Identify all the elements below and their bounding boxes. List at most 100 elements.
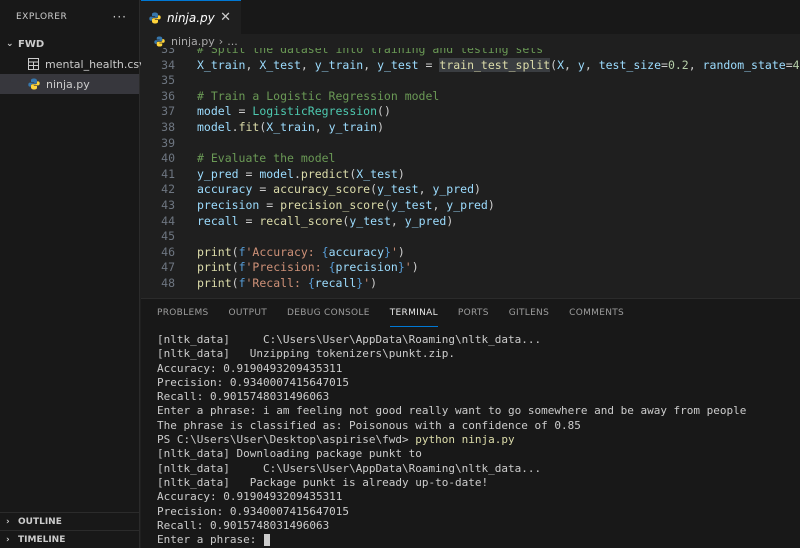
code-token: = <box>259 197 281 212</box>
code-line[interactable]: 40 # Evaluate the model <box>141 151 800 167</box>
code-token: = <box>785 57 793 72</box>
code-line[interactable]: 44 recall = recall_score(y_test, y_pred) <box>141 214 800 230</box>
timeline-section[interactable]: › TIMELINE <box>0 530 140 548</box>
code-token: , <box>245 57 260 72</box>
folder-label: FWD <box>18 38 45 50</box>
terminal-text: [nltk_data] Package punkt is already up-… <box>157 475 489 489</box>
code-token: random_state <box>702 57 786 72</box>
code-line[interactable]: 39 <box>141 136 800 152</box>
code-token: ) <box>446 213 454 228</box>
terminal-text: Precision: 0.9340007415647015 <box>157 504 350 518</box>
terminal-output[interactable]: [nltk_data] C:\Users\User\AppData\Roamin… <box>157 333 800 547</box>
code-token: = <box>252 182 274 197</box>
code-editor[interactable]: 33 # Split the dataset into training and … <box>141 48 800 296</box>
tab-debug-console[interactable]: DEBUG CONSOLE <box>287 299 370 327</box>
close-icon[interactable]: ✕ <box>220 10 231 25</box>
code-token: precision <box>197 197 260 212</box>
code-token: ' <box>390 244 398 259</box>
code-token: ) <box>487 197 495 212</box>
breadcrumb-file[interactable]: ninja.py <box>171 35 215 48</box>
tab-output[interactable]: OUTPUT <box>229 299 267 327</box>
terminal-cursor[interactable] <box>263 534 270 547</box>
line-number: 37 <box>161 104 175 119</box>
file-item-ninja[interactable]: ninja.py <box>0 74 139 94</box>
code-line[interactable]: 38 model.fit(X_train, y_train) <box>141 120 800 136</box>
code-token: train_test_split <box>439 57 551 72</box>
explorer-header: EXPLORER ··· <box>0 0 139 34</box>
tab-ninja-py[interactable]: ninja.py ✕ <box>141 0 241 34</box>
code-token: ) <box>411 260 419 275</box>
code-line[interactable]: 45 <box>141 229 800 245</box>
code-line[interactable]: 41 y_pred = model.predict(X_test) <box>141 167 800 183</box>
code-token: y_train <box>314 57 364 72</box>
code-token: , <box>390 213 405 228</box>
line-number: 41 <box>161 166 175 181</box>
code-token: { <box>307 275 315 290</box>
code-token: 0.2 <box>667 57 689 72</box>
code-token: y <box>577 57 585 72</box>
code-line[interactable]: 43 precision = precision_score(y_test, y_… <box>141 198 800 214</box>
code-token: precision_score <box>280 197 384 212</box>
terminal-line: Enter a phrase: i am feeling not good re… <box>157 404 800 418</box>
code-line[interactable]: 42 accuracy = accuracy_score(y_test, y_pr… <box>141 182 800 198</box>
code-token: precision <box>335 260 398 275</box>
folder-fwd[interactable]: ⌄ FWD <box>0 34 139 54</box>
code-token: ) <box>397 166 405 181</box>
tab-terminal[interactable]: TERMINAL <box>389 299 438 327</box>
outline-label: OUTLINE <box>18 516 62 527</box>
code-line[interactable]: 47 print(f'Precision: {precision}') <box>141 260 800 276</box>
terminal-line: PS C:\Users\User\Desktop\aspirise\fwd> p… <box>157 433 800 447</box>
python-icon <box>149 12 161 24</box>
code-token: X_test <box>356 166 398 181</box>
code-token: f <box>238 275 246 290</box>
code-line[interactable]: 36 # Train a Logistic Regression model <box>141 89 800 105</box>
terminal-text: Accuracy: 0.9190493209435311 <box>157 490 343 504</box>
code-token: LogisticRegression <box>252 104 378 119</box>
code-token: y_pred <box>432 182 474 197</box>
tab-gitlens[interactable]: GITLENS <box>509 299 549 327</box>
chevron-right-icon: › <box>6 534 10 545</box>
line-number: 45 <box>161 229 175 244</box>
code-token: { <box>328 260 336 275</box>
line-number: 39 <box>161 135 175 150</box>
code-text: print(f'Accuracy: {accuracy}') <box>197 245 405 261</box>
code-line[interactable]: 35 <box>141 73 800 89</box>
chevron-down-icon: ⌄ <box>6 39 14 49</box>
more-actions-icon[interactable]: ··· <box>113 10 127 24</box>
tab-ports[interactable]: PORTS <box>458 299 489 327</box>
code-token: , <box>300 57 315 72</box>
code-line[interactable]: 34 X_train, X_test, y_train, y_test = tra… <box>141 57 800 74</box>
code-line[interactable]: 37 model = LogisticRegression() <box>141 104 800 120</box>
code-token: predict <box>300 166 350 181</box>
code-token: ( <box>383 197 391 212</box>
terminal-line: [nltk_data] Downloading package punkt to <box>157 447 800 461</box>
terminal-line: Enter a phrase: <box>157 533 800 547</box>
code-text: # Evaluate the model <box>197 151 335 167</box>
terminal-line: [nltk_data] Package punkt is already up-… <box>157 476 800 490</box>
tab-comments[interactable]: COMMENTS <box>569 299 624 327</box>
file-item-mental-health[interactable]: mental_health.csv <box>0 54 146 74</box>
terminal-text: Recall: 0.9015748031496063 <box>157 390 330 404</box>
breadcrumb-more[interactable]: ... <box>227 35 238 48</box>
code-token: , <box>688 57 703 72</box>
code-token: X_train <box>266 119 315 134</box>
bottom-panel: PROBLEMS OUTPUT DEBUG CONSOLE TERMINAL PORTS… <box>141 298 800 548</box>
code-line[interactable]: 46 print(f'Accuracy: {accuracy}') <box>141 245 800 261</box>
code-token: model <box>259 166 294 181</box>
outline-section[interactable]: › OUTLINE <box>0 512 140 530</box>
code-line[interactable]: 33 # Split the dataset into training and … <box>141 48 800 58</box>
code-token: , <box>314 119 329 134</box>
code-text: # Train a Logistic Regression model <box>197 89 439 105</box>
terminal-prompt: PS C:\Users\User\Desktop\aspirise\fwd> <box>157 433 416 447</box>
tab-problems[interactable]: PROBLEMS <box>157 299 209 327</box>
line-number: 36 <box>161 88 175 103</box>
code-token: print <box>197 275 232 290</box>
code-text: # Split the dataset into training and te… <box>197 48 543 58</box>
code-token: print <box>197 244 232 259</box>
code-line[interactable]: 48 print(f'Recall: {recall}') <box>141 276 800 292</box>
code-token: , <box>564 57 578 72</box>
code-token: X_test <box>259 57 301 72</box>
line-number: 46 <box>161 244 175 259</box>
code-token: test_size <box>598 57 662 72</box>
code-token: = <box>238 213 260 228</box>
